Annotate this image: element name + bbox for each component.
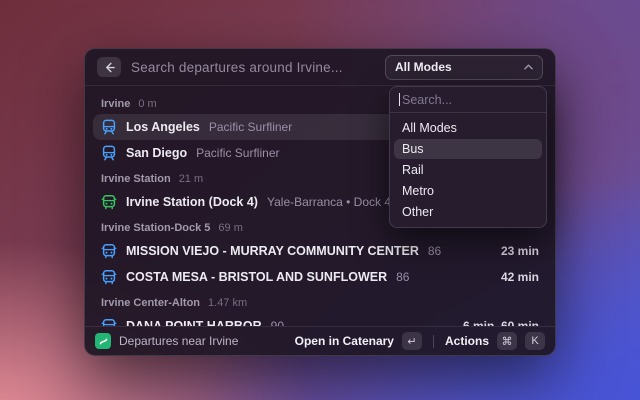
bus-icon	[101, 194, 117, 210]
catenary-app-icon	[95, 333, 111, 349]
mode-select-dropdown[interactable]: All Modes	[385, 55, 543, 80]
k-key-badge: K	[525, 332, 545, 350]
command-palette-window: Search departures around Irvine... All M…	[84, 48, 556, 356]
dropdown-search-placeholder: Search...	[402, 93, 452, 107]
section-distance: 21 m	[179, 173, 203, 185]
item-title: COSTA MESA - BRISTOL AND SUNFLOWER	[126, 270, 387, 284]
chevron-up-icon	[524, 64, 533, 70]
list-item[interactable]: MISSION VIEJO - MURRAY COMMUNITY CENTER …	[93, 238, 547, 264]
footer-divider	[433, 335, 434, 348]
search-input[interactable]: Search departures around Irvine...	[131, 60, 375, 75]
item-title: Irvine Station (Dock 4)	[126, 195, 258, 209]
option-other[interactable]: Other	[394, 202, 542, 222]
section-title: Irvine Center-Alton	[101, 297, 200, 309]
enter-key-badge: ↵	[402, 332, 422, 350]
footer-label: Departures near Irvine	[119, 334, 287, 348]
item-title: DANA POINT HARBOR	[126, 319, 262, 326]
item-title: Los Angeles	[126, 120, 200, 134]
section-distance: 1.47 km	[208, 297, 247, 309]
command-key-badge: ⌘	[497, 332, 517, 350]
bus-icon	[101, 318, 117, 326]
option-all-modes[interactable]: All Modes	[394, 118, 542, 138]
section-title: Irvine	[101, 98, 130, 110]
item-title: MISSION VIEJO - MURRAY COMMUNITY CENTER	[126, 244, 419, 258]
train-icon	[101, 145, 117, 161]
bus-icon	[101, 243, 117, 259]
dropdown-search-field[interactable]: Search...	[390, 87, 546, 113]
actions-button[interactable]: Actions	[445, 334, 489, 348]
text-cursor	[399, 93, 400, 106]
section-title: Irvine Station	[101, 173, 171, 185]
list-item[interactable]: DANA POINT HARBOR 90 6 min, 60 min	[93, 313, 547, 326]
search-header: Search departures around Irvine... All M…	[85, 49, 555, 86]
mode-select-value: All Modes	[395, 60, 524, 74]
train-icon	[101, 119, 117, 135]
section-distance: 69 m	[218, 222, 242, 234]
item-eta: 6 min, 60 min	[463, 319, 539, 326]
section-title: Irvine Station-Dock 5	[101, 222, 210, 234]
bus-icon	[101, 269, 117, 285]
mode-dropdown-popup: Search... All Modes Bus Rail Metro Other	[389, 86, 547, 228]
open-in-catenary-button[interactable]: Open in Catenary	[295, 334, 394, 348]
section-header: Irvine Center-Alton 1.47 km	[93, 292, 547, 313]
item-subtitle: 90	[271, 319, 454, 326]
item-title: San Diego	[126, 146, 187, 160]
arrow-left-icon	[104, 62, 115, 73]
option-bus[interactable]: Bus	[394, 139, 542, 159]
item-subtitle: 86	[396, 270, 492, 284]
item-eta: 42 min	[501, 270, 539, 284]
back-button[interactable]	[97, 57, 121, 77]
item-eta: 23 min	[501, 244, 539, 258]
section-distance: 0 m	[138, 98, 156, 110]
dropdown-options: All Modes Bus Rail Metro Other	[390, 113, 546, 227]
action-bar: Departures near Irvine Open in Catenary …	[85, 326, 555, 355]
option-metro[interactable]: Metro	[394, 181, 542, 201]
list-item[interactable]: COSTA MESA - BRISTOL AND SUNFLOWER 86 42…	[93, 264, 547, 290]
item-subtitle: 86	[428, 244, 492, 258]
option-rail[interactable]: Rail	[394, 160, 542, 180]
